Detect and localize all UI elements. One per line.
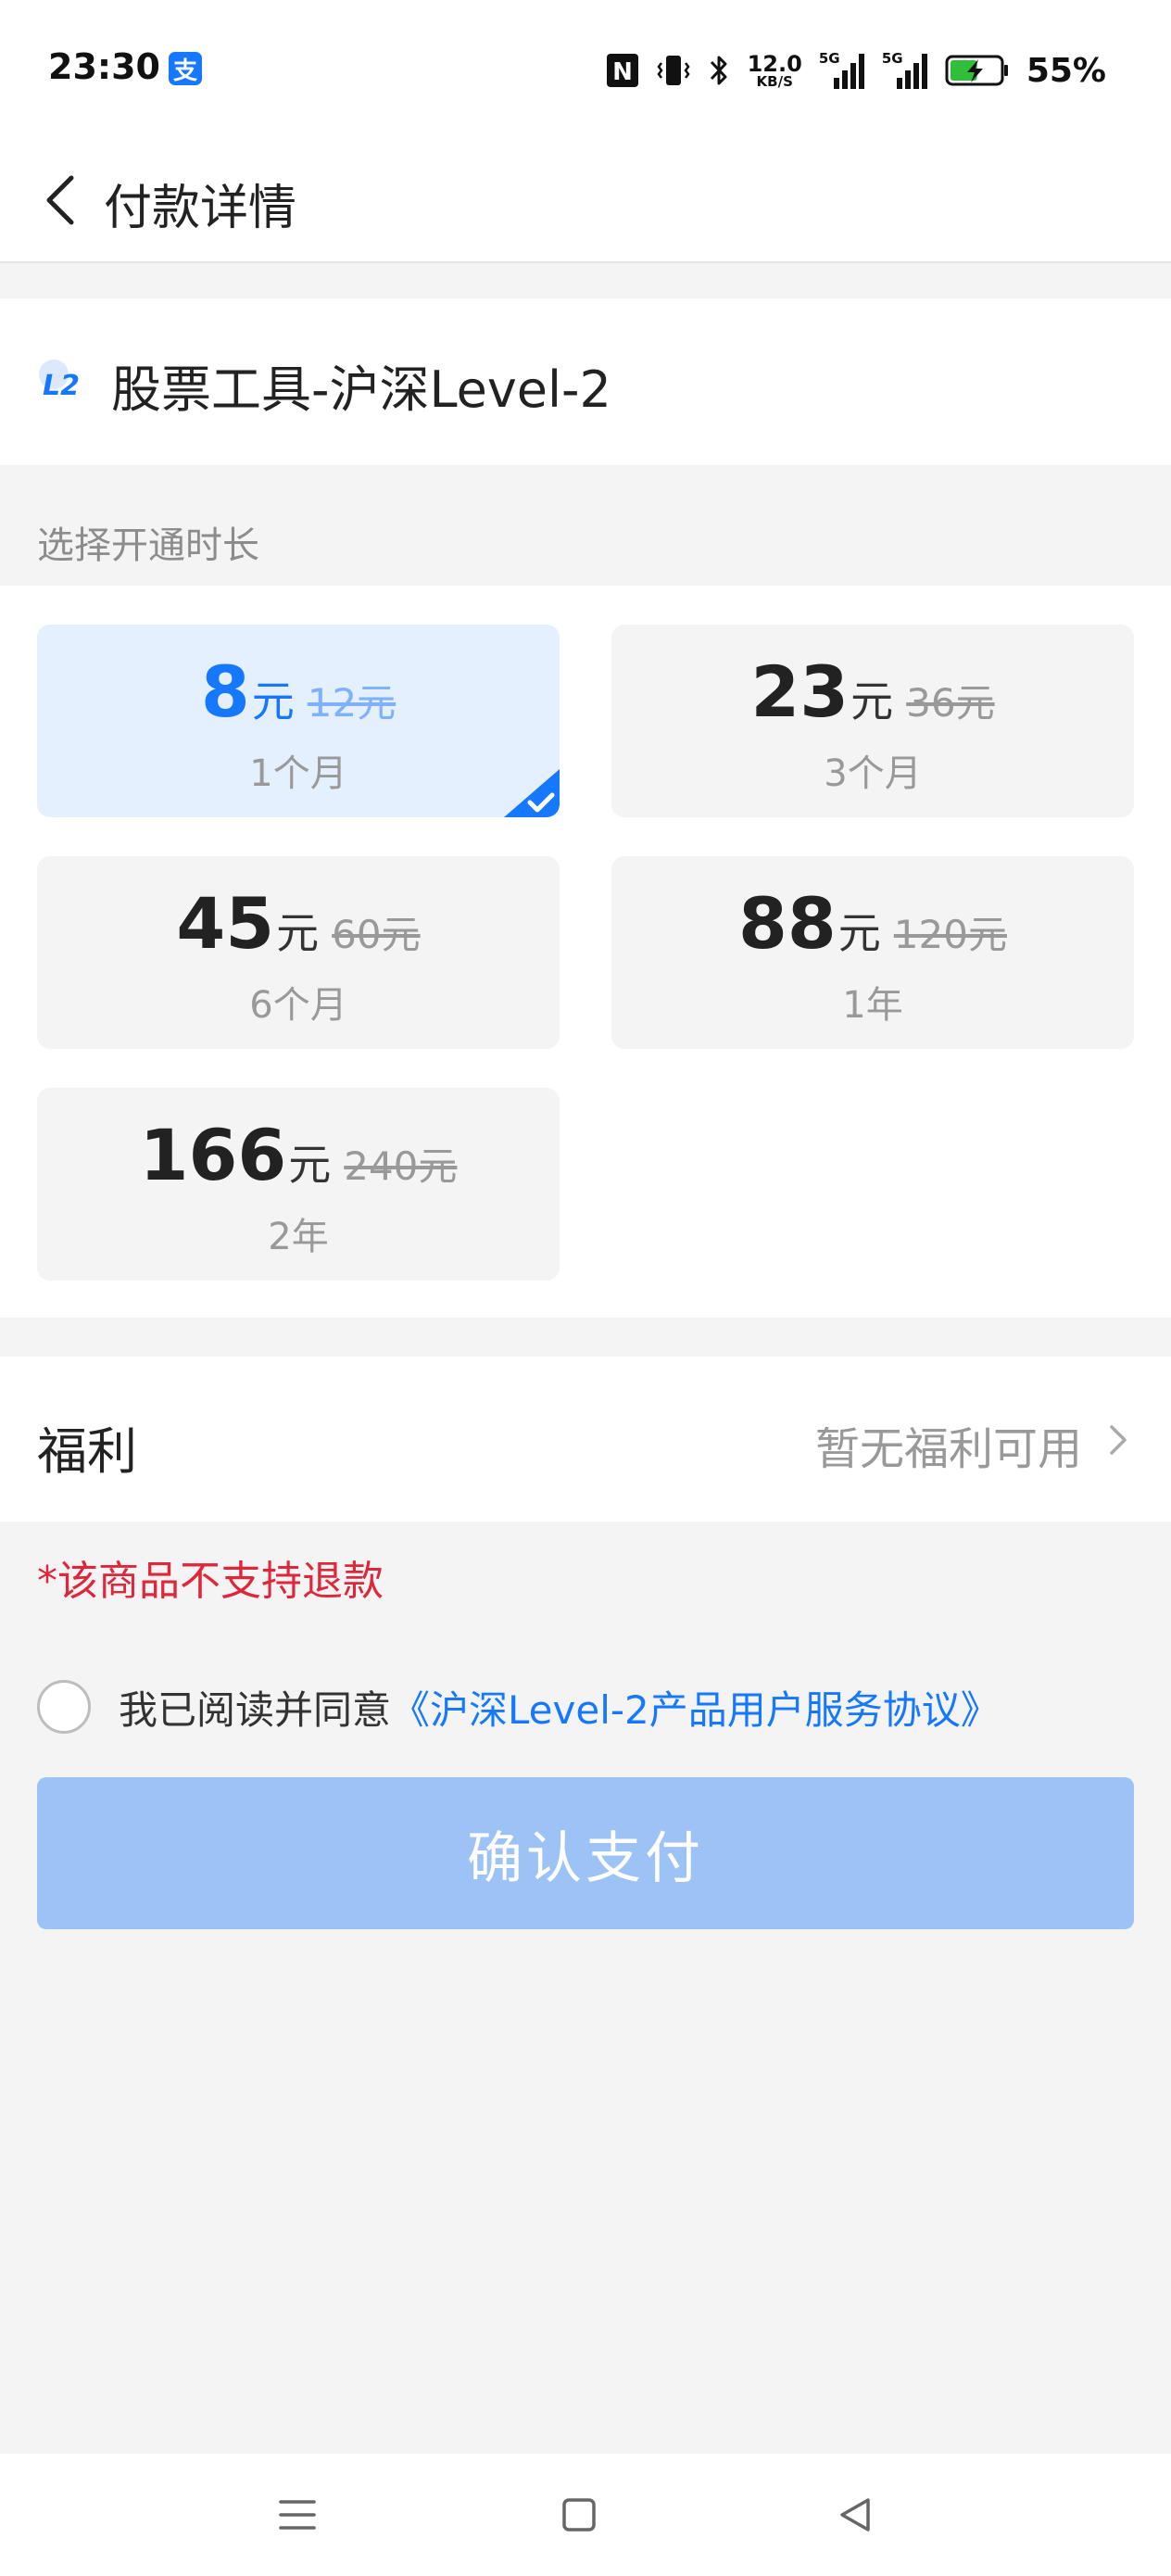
agreement-row: 我已阅读并同意 《沪深Level-2产品用户服务协议》	[37, 1677, 1000, 1736]
plan-original-price: 12元	[307, 680, 397, 726]
plan-price: 45	[176, 882, 275, 965]
plan-original-price: 240元	[344, 1143, 458, 1189]
signal-2-label: 5G	[881, 50, 903, 67]
plan-price: 88	[738, 882, 837, 965]
home-square-icon[interactable]	[547, 2485, 611, 2544]
plan-options: 8 元 12元 1个月 23 元 36元 3个月 45 元 60元 6个月 88…	[0, 586, 1171, 1318]
battery-percent: 55%	[1026, 51, 1106, 90]
back-triangle-icon[interactable]	[823, 2485, 888, 2544]
plan-price: 166	[139, 1114, 287, 1196]
selected-check-icon	[504, 769, 560, 817]
plan-price: 23	[750, 650, 850, 733]
status-icons: N 12.0 KB/S 5G 5G 55%	[605, 46, 1106, 95]
benefits-value: 暂无福利可用	[814, 1423, 1082, 1475]
plan-price-unit: 元	[288, 1140, 332, 1190]
product-row: L2 股票工具-沪深Level-2	[0, 298, 1171, 465]
vibrate-icon	[657, 52, 690, 89]
product-title: 股票工具-沪深Level-2	[111, 360, 611, 419]
battery-charging-icon	[945, 52, 1010, 89]
chevron-left-icon	[46, 175, 74, 225]
benefits-label: 福利	[37, 1422, 137, 1481]
status-bar: 23:30 支 N 12.0 KB/S 5G 5G 55%	[0, 0, 1171, 139]
back-button[interactable]	[28, 167, 93, 234]
plan-option-3-months[interactable]: 23 元 36元 3个月	[611, 625, 1134, 817]
net-speed-unit: KB/S	[756, 72, 793, 90]
network-speed: 12.0 KB/S	[748, 53, 802, 89]
signal-icon-2: 5G	[882, 50, 928, 91]
plan-duration: 2年	[268, 1216, 329, 1258]
plan-option-2-years[interactable]: 166 元 240元 2年	[37, 1088, 560, 1281]
bluetooth-icon	[707, 52, 731, 89]
page-title: 付款详情	[104, 181, 297, 236]
level2-icon-label: L2	[43, 370, 80, 402]
plan-price-unit: 元	[276, 908, 320, 958]
chevron-right-icon	[1110, 1425, 1127, 1455]
plan-original-price: 36元	[906, 680, 995, 726]
plan-original-price: 120元	[893, 912, 1007, 957]
plan-option-1-year[interactable]: 88 元 120元 1年	[611, 856, 1134, 1049]
nfc-icon: N	[605, 52, 640, 89]
agreement-text: 我已阅读并同意	[119, 1686, 392, 1733]
benefits-row[interactable]: 福利 暂无福利可用	[0, 1357, 1171, 1522]
page-header: 付款详情	[0, 139, 1171, 263]
signal-1-label: 5G	[818, 50, 840, 67]
plan-duration: 6个月	[249, 984, 347, 1027]
agreement-link[interactable]: 《沪深Level-2产品用户服务协议》	[391, 1679, 1000, 1736]
menu-icon[interactable]	[265, 2485, 330, 2544]
alipay-notification-icon: 支	[169, 52, 202, 85]
level2-icon: L2	[35, 356, 87, 408]
plan-original-price: 60元	[332, 912, 421, 957]
net-speed-value: 12.0	[747, 50, 802, 77]
refund-note: *该商品不支持退款	[37, 1558, 384, 1605]
confirm-payment-button[interactable]: 确认支付	[37, 1777, 1134, 1929]
duration-section-label: 选择开通时长	[37, 524, 259, 567]
plan-price-unit: 元	[251, 676, 295, 726]
signal-icon-1: 5G	[819, 50, 865, 91]
plan-duration: 1年	[842, 984, 903, 1027]
plan-price-unit: 元	[850, 676, 894, 726]
agreement-checkbox[interactable]	[37, 1680, 91, 1734]
plan-price-unit: 元	[837, 908, 881, 958]
nfc-label: N	[612, 58, 633, 86]
plan-price: 8	[200, 650, 250, 733]
system-nav-bar	[0, 2454, 1171, 2576]
plan-duration: 1个月	[249, 752, 347, 795]
plan-duration: 3个月	[824, 752, 922, 795]
status-time: 23:30	[48, 46, 160, 87]
plan-option-6-months[interactable]: 45 元 60元 6个月	[37, 856, 560, 1049]
plan-option-1-month[interactable]: 8 元 12元 1个月	[37, 625, 560, 817]
